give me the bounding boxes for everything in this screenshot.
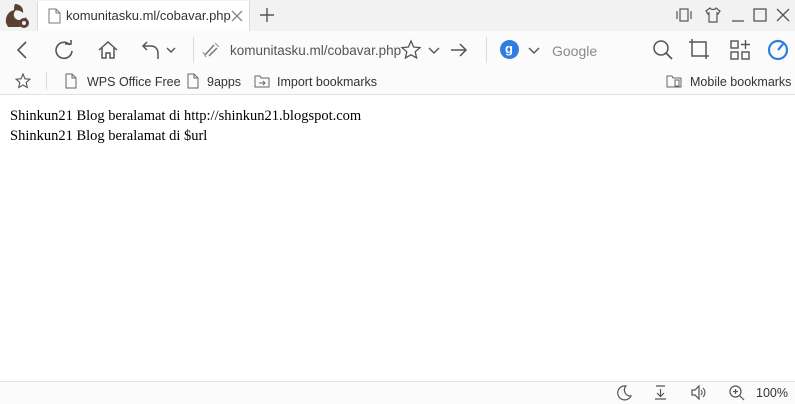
zoom-in-icon[interactable] (728, 384, 745, 401)
status-bar (0, 381, 795, 404)
bookmark-wps-office-free[interactable]: WPS Office Free (87, 75, 181, 89)
night-mode-moon-icon[interactable] (616, 384, 633, 401)
bookmarks-separator (46, 72, 47, 90)
tile-windows-icon[interactable] (675, 6, 693, 24)
browser-logo-icon[interactable] (2, 1, 34, 30)
search-engine-dropdown-icon[interactable] (526, 39, 542, 61)
zoom-level[interactable]: 100% (756, 386, 788, 400)
back-icon[interactable] (12, 39, 34, 61)
page-icon (65, 73, 77, 89)
address-bar-input[interactable]: komunitasku.ml/cobavar.php (230, 43, 402, 58)
download-icon[interactable] (652, 384, 669, 401)
volume-icon[interactable] (690, 384, 707, 401)
search-icon[interactable] (652, 39, 674, 61)
search-input[interactable]: Google (552, 43, 597, 59)
search-engine-letter: g (505, 41, 513, 56)
chevron-down-icon[interactable] (164, 39, 178, 61)
bookmark-9apps[interactable]: 9apps (207, 75, 241, 89)
maximize-icon[interactable] (751, 6, 769, 24)
extensions-icon[interactable] (729, 39, 751, 61)
active-tab[interactable]: komunitasku.ml/cobavar.php (37, 1, 250, 31)
go-arrow-icon[interactable] (448, 39, 470, 61)
undo-close-tab-icon[interactable] (140, 39, 162, 61)
page-icon (187, 73, 199, 89)
refresh-icon[interactable] (53, 39, 75, 61)
mobile-bookmarks-icon (666, 75, 682, 88)
close-tab-icon[interactable] (231, 10, 243, 22)
skin-shirt-icon[interactable] (704, 6, 722, 24)
new-tab-icon[interactable] (258, 6, 276, 24)
content-line: Shinkun21 Blog beralamat di $url (10, 128, 208, 144)
bookmark-import-bookmarks[interactable]: Import bookmarks (277, 75, 377, 89)
home-icon[interactable] (97, 39, 119, 61)
mobile-bookmarks-link[interactable]: Mobile bookmarks (690, 75, 791, 89)
content-line: Shinkun21 Blog beralamat di http://shink… (10, 108, 362, 124)
page-icon (48, 8, 61, 24)
add-bookmark-star-icon[interactable] (15, 73, 31, 89)
screenshot-icon[interactable] (688, 38, 710, 60)
tab-title: komunitasku.ml/cobavar.php (66, 8, 231, 23)
speed-dial-icon[interactable] (767, 39, 789, 61)
toolbar-separator (486, 37, 487, 63)
close-window-icon[interactable] (774, 6, 792, 24)
site-security-icon[interactable] (200, 40, 222, 60)
minimize-icon[interactable] (729, 6, 747, 24)
address-dropdown-icon[interactable] (426, 39, 442, 61)
tab-strip: komunitasku.ml/cobavar.php (0, 0, 795, 31)
toolbar-separator (193, 37, 194, 63)
star-bookmark-icon[interactable] (400, 39, 422, 61)
page-content: Shinkun21 Blog beralamat di http://shink… (10, 106, 361, 146)
import-icon (254, 75, 270, 88)
